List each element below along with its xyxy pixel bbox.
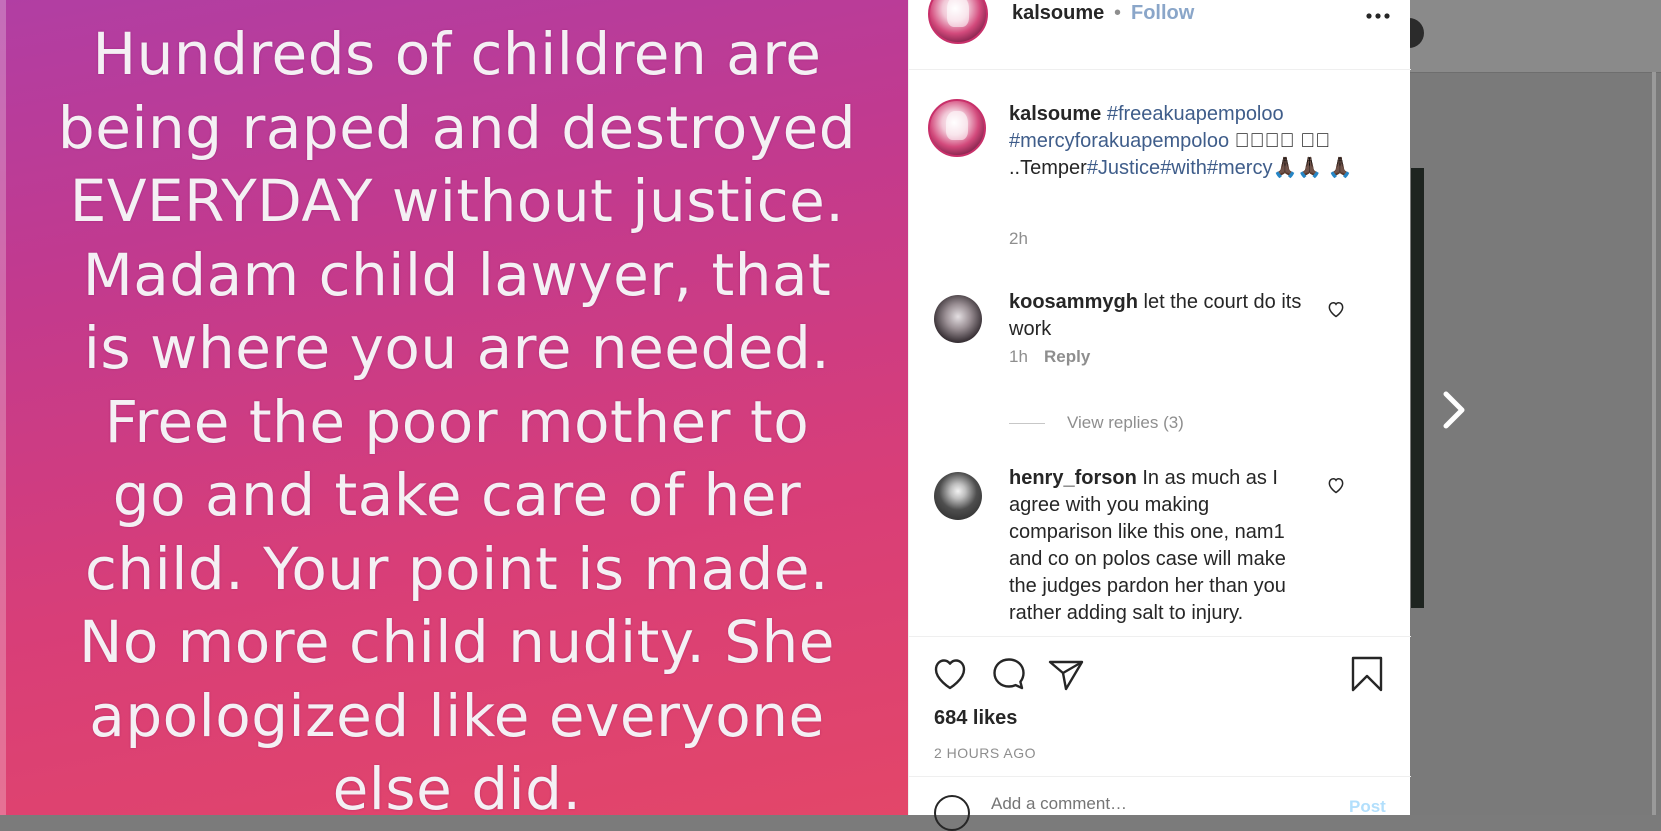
post-image[interactable]: Hundreds of children are being raped and… (0, 0, 908, 815)
share-paper-plane-icon[interactable] (1046, 654, 1086, 694)
hashtag-link[interactable]: #mercyforakuapempoloo (1009, 130, 1229, 152)
commenter-avatar[interactable] (934, 472, 982, 520)
likes-count[interactable]: 684 likes (934, 707, 1017, 730)
comment-time[interactable]: 1h (1009, 347, 1028, 367)
comment-text: koosammygh let the court do its work (1009, 289, 1339, 343)
post-comment-button[interactable]: Post (1349, 797, 1386, 817)
praying-hands-emoji: 🙏🏿🙏🏿 (1272, 157, 1323, 179)
add-comment-bar: Post (909, 776, 1411, 831)
next-arrow-icon[interactable] (1434, 388, 1474, 432)
caption-text-segment: ..Temper (1009, 157, 1087, 179)
hashtag-link[interactable]: #Justice (1087, 157, 1160, 179)
follow-button[interactable]: Follow (1131, 2, 1194, 25)
post-side-panel: kalsoume • Follow kalsoume #freeakuapemp… (908, 0, 1411, 831)
comment-bubble-icon[interactable] (989, 654, 1029, 694)
backdrop-divider (1410, 72, 1661, 73)
more-options-icon[interactable] (1364, 6, 1392, 26)
view-replies-label: View replies (3) (1067, 413, 1184, 432)
view-replies-line (1009, 422, 1045, 424)
caption-text: kalsoume #freeakuapempoloo #mercyforakua… (1009, 101, 1364, 182)
caption-username[interactable]: kalsoume (1009, 103, 1101, 125)
follow-separator: • (1114, 2, 1122, 24)
comments-list[interactable]: kalsoume #freeakuapempoloo #mercyforakua… (909, 71, 1411, 636)
comment-username[interactable]: henry_forson (1009, 467, 1137, 489)
post-header: kalsoume • Follow (909, 0, 1411, 70)
praying-hands-emoji: 🙏🏿 (1327, 157, 1353, 179)
emoji-picker-icon[interactable] (934, 795, 970, 831)
comment-text: henry_forson In as much as I agree with … (1009, 465, 1309, 627)
save-bookmark-icon[interactable] (1347, 654, 1387, 694)
post-timestamp[interactable]: 2 HOURS AGO (934, 745, 1036, 761)
backdrop-next-post-image (1411, 168, 1424, 608)
backdrop-header-strip (1410, 0, 1661, 72)
backdrop-scrollbar[interactable] (1652, 72, 1656, 815)
hashtag-link[interactable]: #freeakuapempoloo (1107, 103, 1284, 125)
comment-username[interactable]: koosammygh (1009, 291, 1138, 313)
hashtag-link[interactable]: #mercy (1207, 157, 1273, 179)
post-image-edge (0, 0, 6, 815)
like-comment-heart-icon[interactable] (1326, 299, 1346, 319)
author-avatar[interactable] (928, 0, 988, 44)
like-comment-heart-icon[interactable] (1326, 475, 1346, 495)
caption-author-avatar[interactable] (928, 99, 986, 157)
post-modal: Hundreds of children are being raped and… (0, 0, 1411, 831)
post-actions: 684 likes 2 HOURS AGO Post (909, 636, 1411, 831)
reply-button[interactable]: Reply (1044, 347, 1090, 367)
like-heart-icon[interactable] (930, 654, 970, 694)
caption-time[interactable]: 2h (1009, 229, 1028, 249)
post-image-text: Hundreds of children are being raped and… (57, 20, 857, 815)
comment-body: In as much as I agree with you making co… (1009, 467, 1286, 624)
commenter-avatar[interactable] (934, 295, 982, 343)
author-username[interactable]: kalsoume (1012, 2, 1104, 25)
hashtag-link[interactable]: #with (1160, 157, 1207, 179)
view-replies-button[interactable]: View replies (3) (1009, 413, 1184, 433)
